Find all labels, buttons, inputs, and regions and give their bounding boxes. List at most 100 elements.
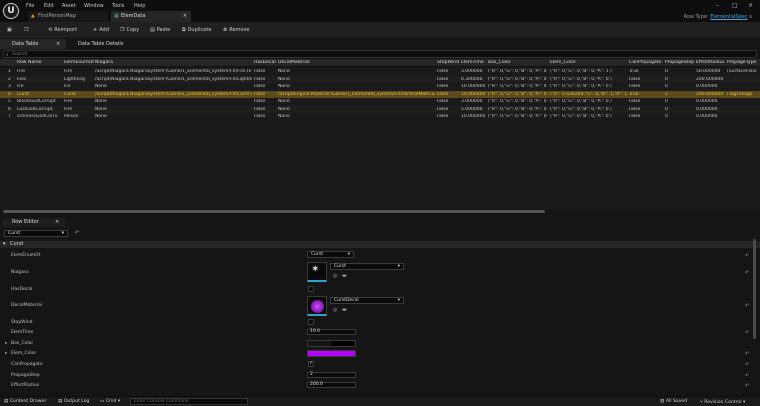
search-icon[interactable]: ⌕ [749, 14, 752, 20]
stop-wind-checkbox[interactable] [308, 319, 314, 325]
menu-tools[interactable]: Tools [112, 3, 124, 9]
chevron-right-icon[interactable]: ▸ [5, 341, 7, 346]
column-header[interactable]: CanPropagate [629, 60, 661, 65]
table-cell: /Script/Niagara.NiagaraSystem'/Game/1_El… [95, 91, 252, 97]
table-cell: ("R": 0,"G": 0,"B": 0,"A": 0 ) [488, 99, 548, 104]
table-cell: False [629, 114, 641, 119]
column-header[interactable]: Elem_Color [550, 60, 576, 65]
chevron-right-icon[interactable]: ▸ [5, 351, 7, 356]
table-row[interactable]: 2 Elec Lightning/Script/Niagara.NiagaraSys… [0, 75, 760, 83]
table-cell: None [95, 99, 107, 104]
niagara-value: Curst [334, 264, 346, 269]
paste-button[interactable]: ▤ Paste [150, 27, 170, 33]
table-cell: None [278, 106, 290, 112]
decal-thumbnail[interactable] [307, 296, 327, 316]
elem-color-swatch[interactable] [307, 350, 356, 357]
can-propagate-checkbox[interactable]: ✓ [308, 360, 314, 367]
decal-dropdown[interactable]: CurstDecal ▾ [330, 297, 404, 304]
niagara-thumbnail[interactable]: ✶ [307, 262, 327, 282]
duplicate-label: Duplicate [187, 27, 212, 33]
folder-icon[interactable]: ▬ [342, 307, 347, 313]
close-window-icon[interactable]: × [748, 2, 753, 9]
reset-icon[interactable]: ↶ [745, 330, 749, 336]
remove-button[interactable]: ⊗ Remove [223, 27, 250, 33]
has-decal-checkbox[interactable] [308, 286, 314, 292]
folder-icon[interactable]: ▬ [342, 273, 347, 279]
minimize-icon[interactable]: – [716, 2, 719, 9]
row-type-link[interactable]: ElementalSpec [710, 14, 747, 20]
column-header[interactable]: EffectRadius [696, 60, 725, 65]
reset-icon[interactable]: ↶ [745, 270, 749, 276]
table-row[interactable]: 5 BloodGodCorrupt Fire None False None False 3.… [0, 98, 760, 106]
tab-row-editor[interactable]: Row Editor × [3, 218, 65, 227]
elem-enum-dropdown[interactable]: Curst ▾ [307, 251, 354, 258]
revision-control-button[interactable]: ⑂ Revision Control ▾ [700, 399, 745, 405]
tab-elem-data[interactable]: ▦ ElemData × [111, 11, 191, 22]
table-cell: Fire [64, 106, 73, 112]
browse-icon[interactable]: ❐ [24, 27, 28, 33]
column-header[interactable]: ElemTime [461, 60, 484, 65]
cmd-dropdown[interactable]: ▭ Cmd ▾ [100, 399, 120, 404]
tab-data-table-details[interactable]: Data Table Details [66, 39, 156, 49]
column-header[interactable]: PropageStep [665, 60, 694, 65]
reset-icon[interactable]: ↶ [745, 351, 749, 357]
maximize-icon[interactable]: □ [732, 2, 738, 9]
copy-button[interactable]: ❐ Copy [120, 27, 139, 33]
close-tab-icon[interactable]: × [55, 218, 59, 227]
bas-color-swatch[interactable] [307, 340, 356, 347]
reset-icon[interactable]: ↶ [745, 362, 749, 368]
menu-file[interactable]: File [26, 3, 34, 9]
close-tab-icon[interactable]: × [183, 11, 187, 22]
reset-icon[interactable]: ↶ [745, 303, 749, 309]
save-icon[interactable]: ▣ [7, 27, 12, 33]
propage-step-field[interactable]: 2 [307, 372, 356, 378]
close-tab-icon[interactable]: × [56, 39, 60, 49]
column-header[interactable]: DecalMaterial [278, 60, 310, 65]
tab-data-table[interactable]: Data Table × [0, 39, 66, 49]
menu-window[interactable]: Window [84, 3, 104, 9]
column-header[interactable]: Niagara [95, 60, 113, 65]
menu-help[interactable]: Help [134, 3, 145, 9]
chevron-down-icon: ▾ [117, 399, 121, 404]
remove-label: Remove [229, 27, 250, 33]
column-header[interactable]: ElemEnumOt [64, 60, 94, 65]
menu-edit[interactable]: Edit [44, 3, 54, 9]
output-log-button[interactable]: ▤ Output Log [58, 399, 89, 404]
menu-asset[interactable]: Asset [62, 3, 76, 9]
vertical-scrollbar[interactable] [753, 239, 756, 339]
add-button[interactable]: + Add [93, 27, 109, 33]
tab-first-person-map[interactable]: ▲ FirstPersonMap [28, 11, 108, 22]
elem-time-field[interactable]: 10.0 [307, 329, 356, 335]
effect-radius-field[interactable]: 200.0 [307, 382, 356, 388]
table-cell: Ice [64, 84, 71, 89]
column-header[interactable]: StopWind [437, 60, 459, 65]
table-row[interactable]: 1 Fire Fire/Script/Niagara.NiagaraSystem'/… [0, 68, 760, 76]
horizontal-scrollbar[interactable] [3, 210, 545, 213]
reset-icon[interactable]: ↶ [745, 383, 749, 389]
column-header[interactable]: HasDecal [254, 60, 276, 65]
console-input[interactable]: Enter Console Command [130, 398, 248, 405]
category-curst[interactable]: ▾ Curst [0, 241, 760, 248]
content-drawer-button[interactable]: ▤ Content Drawer [4, 399, 46, 404]
table-row[interactable]: 6 LustGodCorrupt Fire None False None False 5.0… [0, 105, 760, 113]
niagara-dropdown[interactable]: Curst ▾ [330, 263, 404, 270]
browse-asset-icon[interactable]: ◎ [333, 307, 337, 313]
table-cell: 0.000000 [696, 106, 718, 112]
browse-asset-icon[interactable]: ◎ [333, 273, 337, 279]
column-header[interactable]: PropageType [727, 60, 756, 65]
reset-row-icon[interactable]: ↶ [75, 230, 79, 236]
reimport-button[interactable]: ⟲ Reimport [48, 27, 77, 33]
column-header[interactable]: Bas_Color [488, 60, 511, 65]
table-cell: 10.000000 [461, 91, 486, 97]
row-select[interactable]: Curst ▾ [4, 230, 68, 237]
all-saved-status[interactable]: ▥ All Saved [660, 399, 687, 404]
duplicate-button[interactable]: ⧉ Duplicate [182, 27, 211, 33]
table-row[interactable]: 4 Curst Curst/Script/Niagara.NiagaraSystem… [0, 90, 760, 98]
table-cell: 2 [8, 76, 11, 82]
column-header[interactable]: Row Name [17, 60, 42, 65]
search-input[interactable]: ⌕ Search [3, 50, 757, 58]
reset-icon[interactable]: ↶ [745, 373, 749, 379]
reset-icon[interactable]: ↶ [745, 253, 749, 259]
table-row[interactable]: 3 Ice Ice None False None False 10.000000 ("R": … [0, 83, 760, 91]
table-row[interactable]: 7 sicknessGodCorru Poison None False None Fals… [0, 113, 760, 121]
